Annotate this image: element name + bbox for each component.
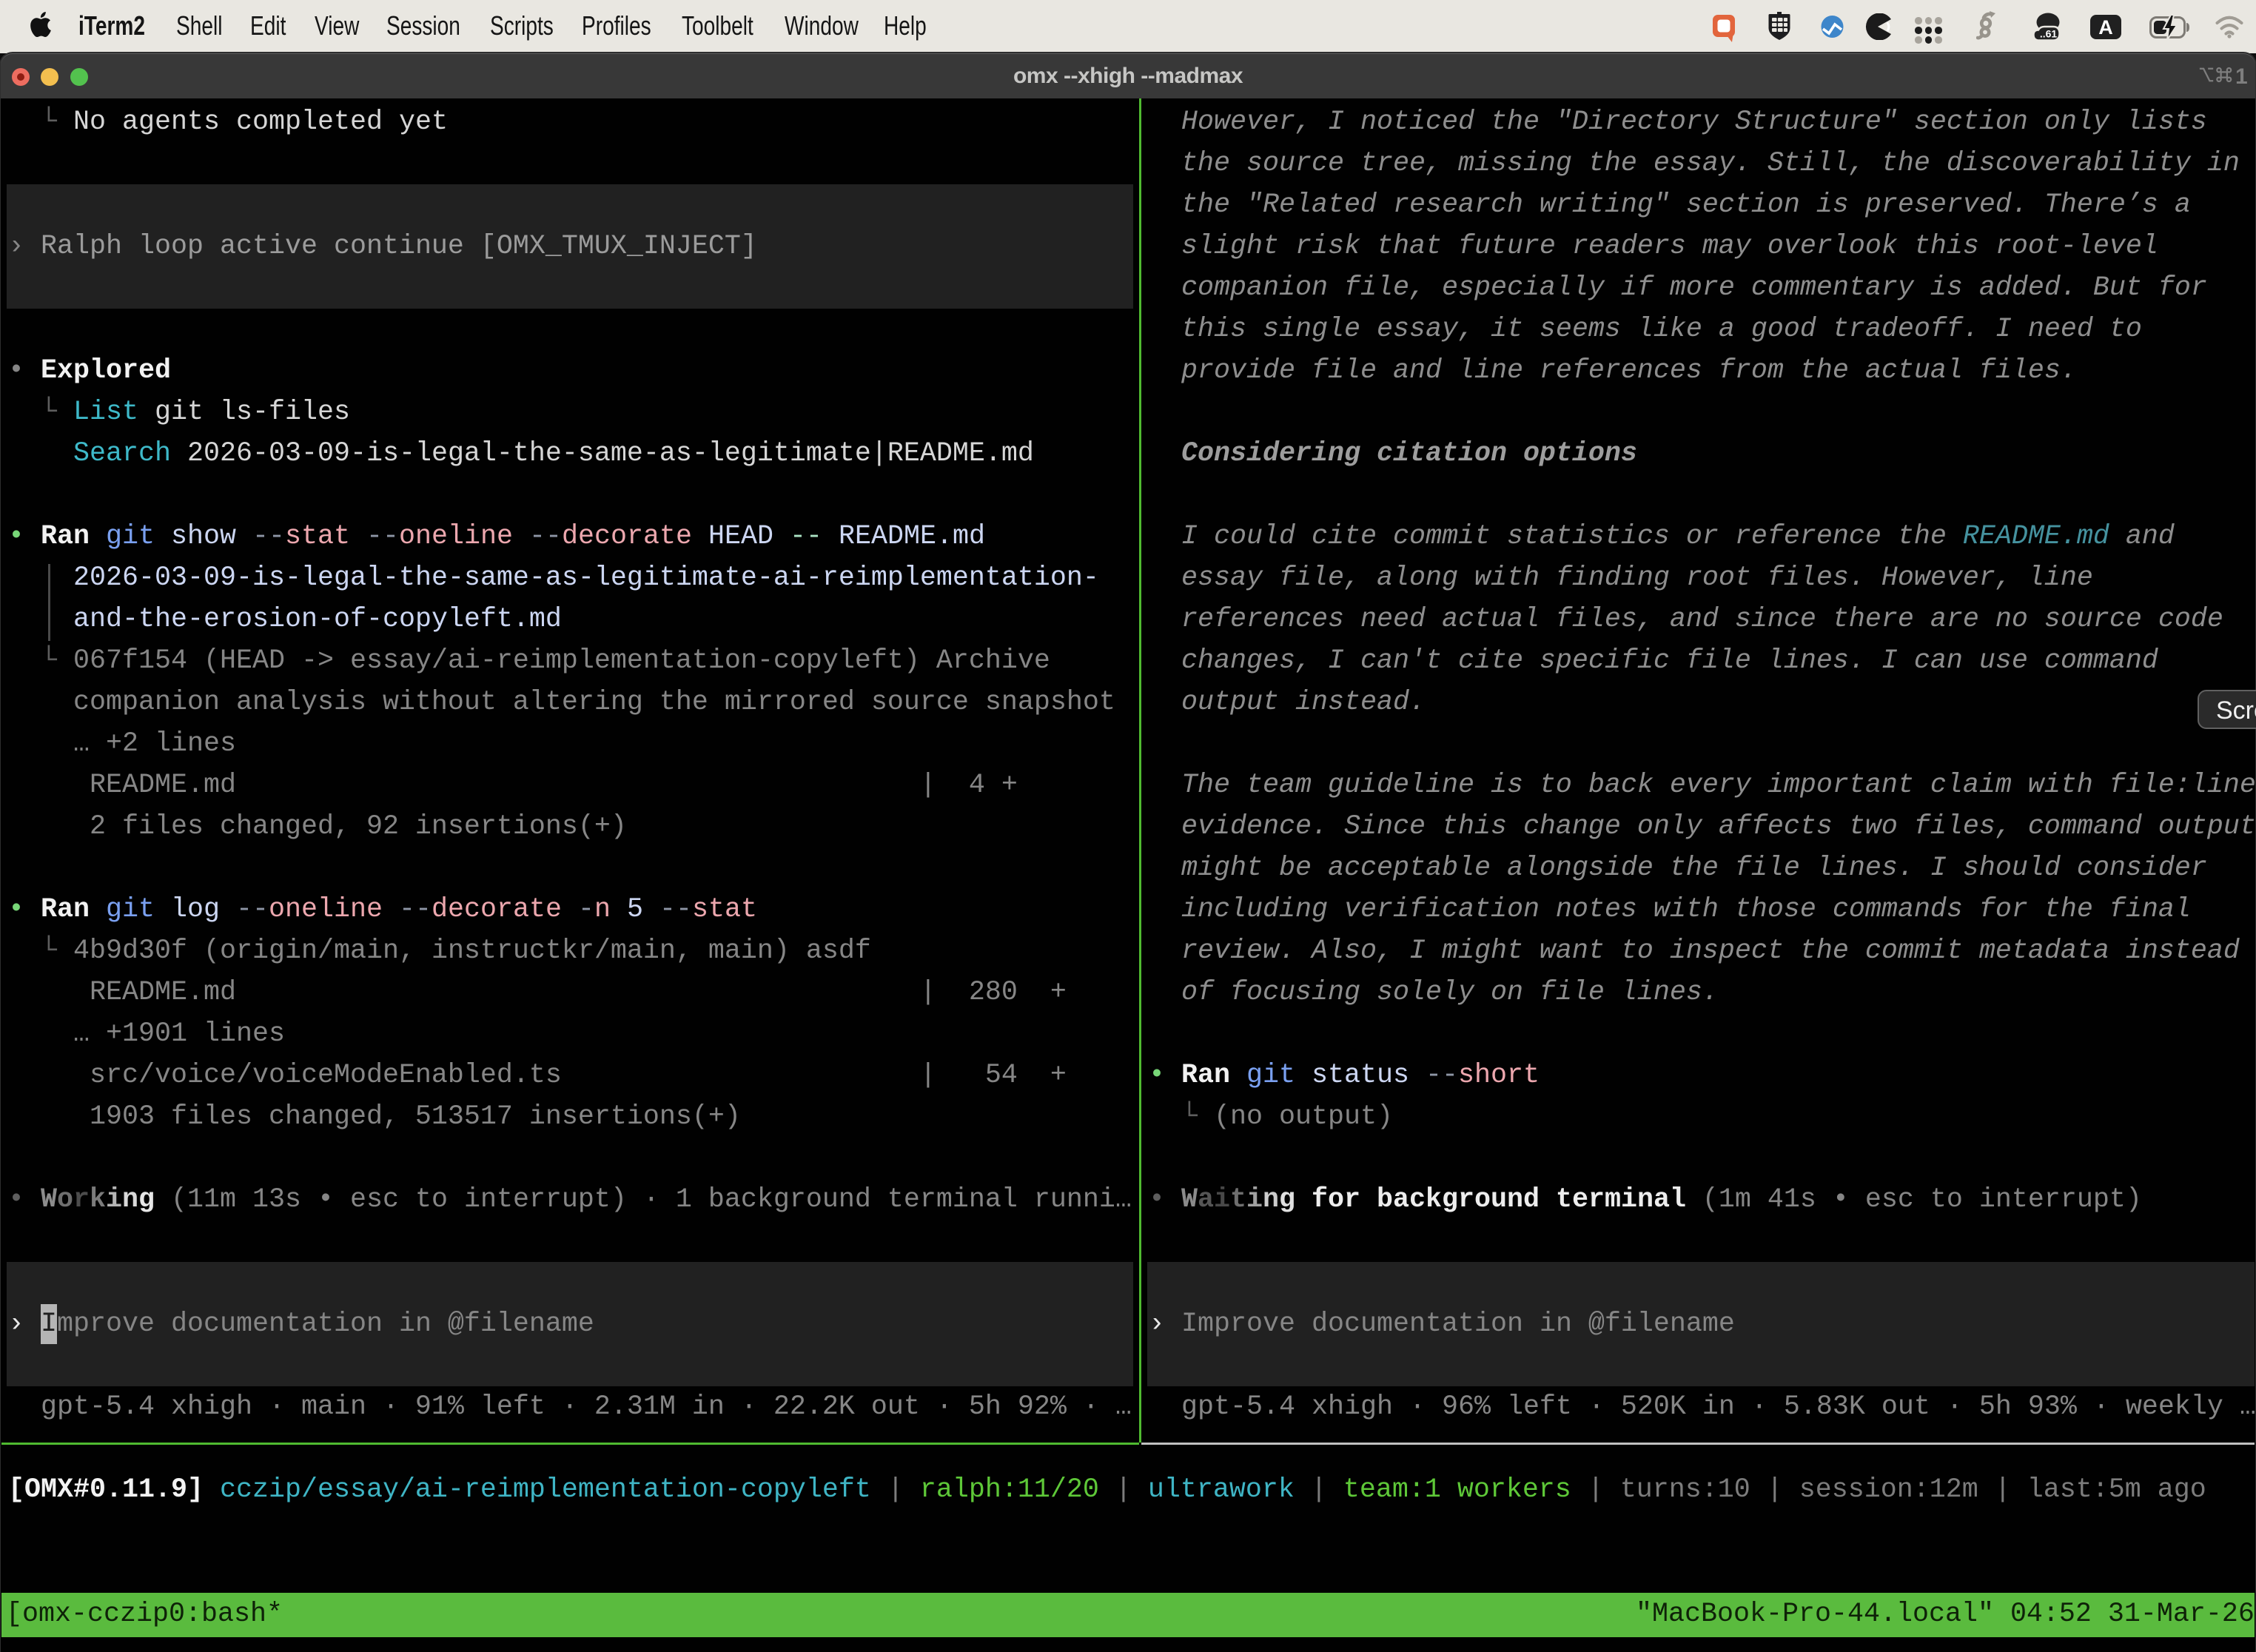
svg-text:..61: ..61: [2040, 28, 2058, 40]
